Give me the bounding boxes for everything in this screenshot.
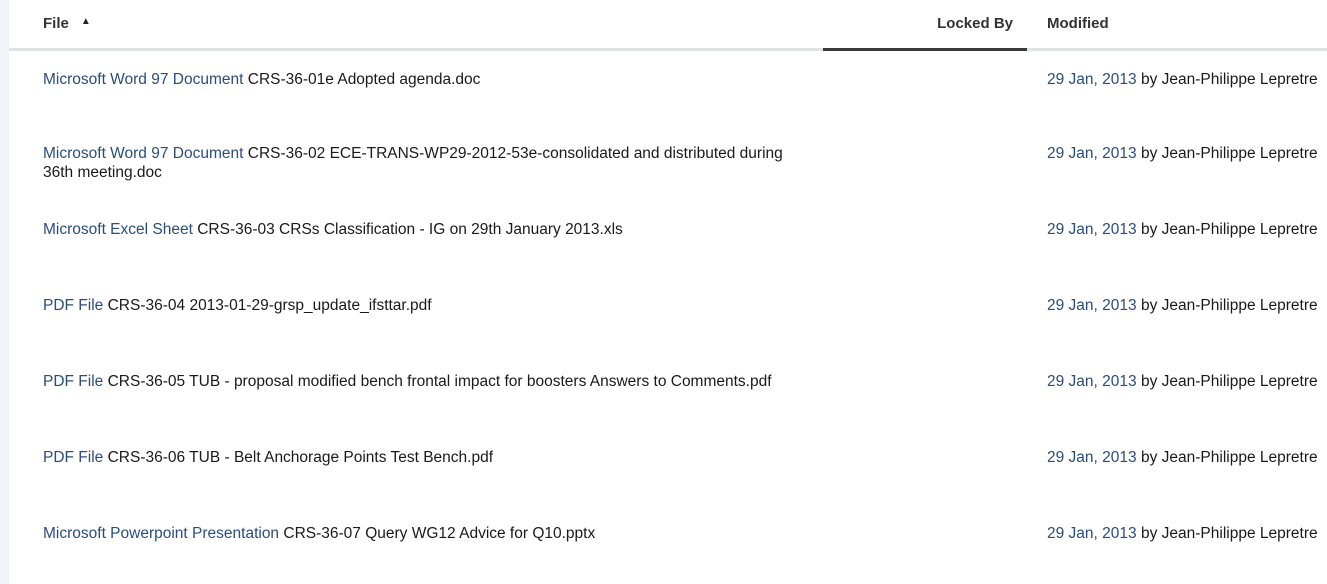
modified-date-link[interactable]: 29 Jan, 2013 xyxy=(1047,145,1137,162)
table-body: Microsoft Word 97 Document CRS-36-01e Ad… xyxy=(9,49,1327,581)
locked-by-cell xyxy=(823,277,1027,353)
sort-up-icon[interactable]: ▲ xyxy=(81,16,91,27)
file-type-link[interactable]: Microsoft Powerpoint Presentation xyxy=(43,525,279,542)
modified-by-label: by xyxy=(1140,525,1158,542)
modified-user: Jean-Philippe Lepretre xyxy=(1161,297,1318,314)
left-sidebar-strip xyxy=(0,0,9,584)
modified-date-link[interactable]: 29 Jan, 2013 xyxy=(1047,71,1137,88)
file-type-link[interactable]: PDF File xyxy=(43,297,103,314)
table-row: Microsoft Excel Sheet CRS-36-03 CRSs Cla… xyxy=(9,201,1327,277)
modified-cell: 29 Jan, 2013 by Jean-Philippe Lepretre xyxy=(1027,353,1327,429)
modified-user: Jean-Philippe Lepretre xyxy=(1161,221,1318,238)
locked-by-cell xyxy=(823,429,1027,505)
file-list-table: File ▲ Locked By Modified Microsoft Word … xyxy=(9,0,1327,581)
modified-by-label: by xyxy=(1140,70,1158,88)
modified-cell: 29 Jan, 2013 by Jean-Philippe Lepretre xyxy=(1027,49,1327,125)
file-type-link[interactable]: Microsoft Excel Sheet xyxy=(43,221,193,238)
modified-by-label: by xyxy=(1140,449,1158,466)
file-name[interactable]: CRS-36-03 CRSs Classification - IG on 29… xyxy=(197,221,623,238)
table-row: PDF File CRS-36-06 TUB - Belt Anchorage … xyxy=(9,429,1327,505)
attachments-page: File ▲ Locked By Modified Microsoft Word … xyxy=(0,0,1327,584)
file-type-link[interactable]: PDF File xyxy=(43,373,103,390)
modified-date-link[interactable]: 29 Jan, 2013 xyxy=(1047,297,1137,314)
modified-by-label: by xyxy=(1140,373,1158,390)
file-cell: Microsoft Excel Sheet CRS-36-03 CRSs Cla… xyxy=(9,201,823,277)
locked-by-cell xyxy=(823,505,1027,581)
modified-user: Jean-Philippe Lepretre xyxy=(1161,449,1318,466)
file-cell: Microsoft Word 97 Document CRS-36-01e Ad… xyxy=(9,49,823,125)
file-type-link[interactable]: Microsoft Word 97 Document xyxy=(43,71,243,88)
table-header: File ▲ Locked By Modified xyxy=(9,0,1327,51)
column-header-locked-by[interactable]: Locked By xyxy=(823,0,1027,51)
modified-cell: 29 Jan, 2013 by Jean-Philippe Lepretre xyxy=(1027,277,1327,353)
modified-cell: 29 Jan, 2013 by Jean-Philippe Lepretre xyxy=(1027,429,1327,505)
column-header-file[interactable]: File ▲ xyxy=(9,0,823,51)
locked-by-cell xyxy=(823,201,1027,277)
modified-by-label: by xyxy=(1140,297,1158,314)
modified-by-label: by xyxy=(1140,145,1158,162)
modified-user: Jean-Philippe Lepretre xyxy=(1161,145,1318,162)
column-header-modified[interactable]: Modified xyxy=(1027,0,1327,51)
file-cell: Microsoft Word 97 Document CRS-36-02 ECE… xyxy=(9,125,823,201)
modified-by-label: by xyxy=(1140,221,1158,238)
modified-user: Jean-Philippe Lepretre xyxy=(1161,525,1318,542)
locked-by-cell xyxy=(823,49,1027,125)
table-row: PDF File CRS-36-04 2013-01-29-grsp_updat… xyxy=(9,277,1327,353)
modified-date-link[interactable]: 29 Jan, 2013 xyxy=(1047,525,1137,542)
modified-cell: 29 Jan, 2013 by Jean-Philippe Lepretre xyxy=(1027,201,1327,277)
table-row: Microsoft Word 97 Document CRS-36-02 ECE… xyxy=(9,125,1327,201)
table-row: PDF File CRS-36-05 TUB - proposal modifi… xyxy=(9,353,1327,429)
file-name[interactable]: CRS-36-06 TUB - Belt Anchorage Points Te… xyxy=(108,449,493,466)
column-header-file-label: File xyxy=(43,15,69,33)
modified-cell: 29 Jan, 2013 by Jean-Philippe Lepretre xyxy=(1027,505,1327,581)
file-name[interactable]: CRS-36-01e Adopted agenda.doc xyxy=(248,71,481,88)
locked-by-cell xyxy=(823,125,1027,201)
modified-date-link[interactable]: 29 Jan, 2013 xyxy=(1047,221,1137,238)
locked-by-cell xyxy=(823,353,1027,429)
modified-user: Jean-Philippe Lepretre xyxy=(1161,373,1318,390)
file-cell: Microsoft Powerpoint Presentation CRS-36… xyxy=(9,505,823,581)
file-type-link[interactable]: Microsoft Word 97 Document xyxy=(43,145,243,162)
modified-cell: 29 Jan, 2013 by Jean-Philippe Lepretre xyxy=(1027,125,1327,201)
modified-date-link[interactable]: 29 Jan, 2013 xyxy=(1047,373,1137,390)
file-cell: PDF File CRS-36-06 TUB - Belt Anchorage … xyxy=(9,429,823,505)
file-cell: PDF File CRS-36-05 TUB - proposal modifi… xyxy=(9,353,823,429)
table-row: Microsoft Powerpoint Presentation CRS-36… xyxy=(9,505,1327,581)
modified-date-link[interactable]: 29 Jan, 2013 xyxy=(1047,449,1137,466)
file-name[interactable]: CRS-36-04 2013-01-29-grsp_update_ifsttar… xyxy=(108,297,432,314)
table-row: Microsoft Word 97 Document CRS-36-01e Ad… xyxy=(9,49,1327,125)
modified-user: Jean-Philippe Lepretre xyxy=(1161,70,1318,88)
file-type-link[interactable]: PDF File xyxy=(43,449,103,466)
file-name[interactable]: CRS-36-07 Query WG12 Advice for Q10.pptx xyxy=(283,525,595,542)
file-name[interactable]: CRS-36-05 TUB - proposal modified bench … xyxy=(108,373,772,390)
file-cell: PDF File CRS-36-04 2013-01-29-grsp_updat… xyxy=(9,277,823,353)
